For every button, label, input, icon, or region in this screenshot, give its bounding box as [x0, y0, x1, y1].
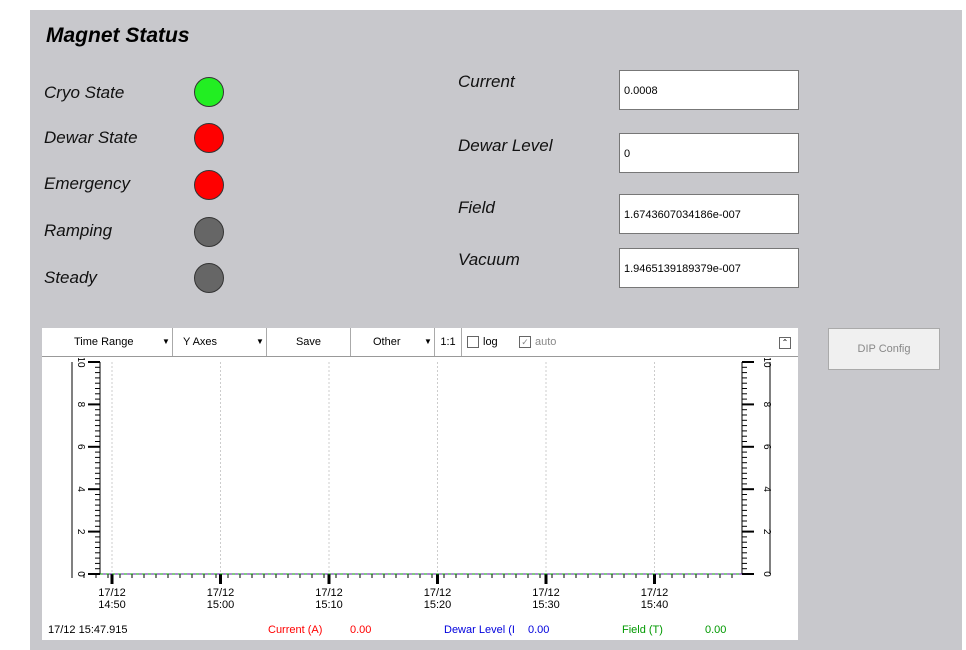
- y-tick-label-left: 8: [75, 402, 86, 408]
- dewar-state-led: [194, 123, 224, 153]
- x-tick-date: 17/12: [424, 587, 452, 599]
- y-axes-label: Y Axes: [183, 336, 218, 348]
- x-tick-time: 15:20: [424, 599, 452, 611]
- dewar-state-label: Dewar State: [44, 128, 138, 147]
- field-legend-label: Field (T): [622, 624, 663, 636]
- page-title: Magnet Status: [46, 24, 190, 47]
- ramping-led: [194, 217, 224, 247]
- y-tick-label-left: 4: [75, 486, 86, 492]
- vacuum-label: Vacuum: [458, 250, 520, 269]
- ramping-label: Ramping: [44, 221, 113, 240]
- current-field[interactable]: 0.0008: [619, 70, 799, 110]
- other-dropdown[interactable]: Other ▼: [351, 328, 435, 356]
- dewar-legend-value: 0.00: [528, 624, 550, 636]
- time-range-label: Time Range: [74, 336, 134, 348]
- log-checkbox[interactable]: log: [467, 328, 498, 356]
- auto-checkbox[interactable]: ✓ auto: [519, 328, 556, 356]
- dewar-level-field[interactable]: 0: [619, 133, 799, 173]
- y-tick-label-left: 6: [75, 444, 86, 450]
- trend-chart: Time Range ▼ Y Axes ▼ Save Other ▼ 1:1 l…: [42, 328, 798, 640]
- x-tick-time: 14:50: [98, 599, 126, 611]
- checkmark-icon: ✓: [519, 336, 531, 349]
- ratio-button[interactable]: 1:1: [435, 328, 462, 356]
- field-legend-value: 0.00: [705, 624, 727, 636]
- x-tick-time: 15:10: [315, 599, 343, 611]
- field-label: Field: [458, 198, 495, 217]
- chevron-down-icon: ▼: [162, 337, 170, 346]
- cryo-state-label: Cryo State: [44, 83, 125, 102]
- field-value-field[interactable]: 1.6743607034186e-007: [619, 194, 799, 234]
- other-label: Other: [373, 336, 401, 348]
- vacuum-field[interactable]: 1.9465139189379e-007: [619, 248, 799, 288]
- y-tick-label-left: 2: [75, 529, 86, 535]
- dewar-level-label: Dewar Level: [458, 136, 553, 155]
- x-tick-date: 17/12: [641, 587, 669, 599]
- chevron-down-icon: ▼: [424, 337, 432, 346]
- x-tick-date: 17/12: [98, 587, 126, 599]
- x-tick-time: 15:40: [641, 599, 669, 611]
- chevron-down-icon: ▼: [256, 337, 264, 346]
- x-tick-date: 17/12: [207, 587, 235, 599]
- emergency-led: [194, 170, 224, 200]
- current-label: Current: [458, 72, 515, 91]
- checkbox-icon: [467, 336, 479, 349]
- save-button[interactable]: Save: [267, 328, 351, 356]
- steady-led: [194, 263, 224, 293]
- status-timestamp: 17/12 15:47.915: [48, 624, 128, 636]
- y-tick-label-left: 10: [75, 358, 86, 368]
- x-tick-time: 15:00: [207, 599, 235, 611]
- current-legend-value: 0.00: [350, 624, 372, 636]
- auto-label: auto: [535, 336, 557, 348]
- x-tick-date: 17/12: [315, 587, 343, 599]
- plot-area[interactable]: 0 02 24 46 68 810 1017/1214:5017/1215:0017/121…: [42, 358, 798, 626]
- y-axes-dropdown[interactable]: Y Axes ▼: [173, 328, 267, 356]
- chart-status-bar: 17/12 15:47.915 Current (A) 0.00 Dewar L…: [42, 622, 798, 640]
- emergency-label: Emergency: [44, 174, 130, 193]
- cryo-state-led: [194, 77, 224, 107]
- dip-config-button[interactable]: DIP Config: [828, 328, 940, 370]
- magnet-status-panel: Magnet Status Cryo State Dewar State Eme…: [30, 10, 962, 650]
- x-tick-time: 15:30: [532, 599, 560, 611]
- x-tick-date: 17/12: [532, 587, 560, 599]
- double-chevron-up-icon[interactable]: ⌃: [778, 328, 792, 356]
- dewar-legend-label: Dewar Level (I: [444, 624, 515, 636]
- time-range-dropdown[interactable]: Time Range ▼: [42, 328, 173, 356]
- steady-label: Steady: [44, 268, 97, 287]
- chart-toolbar: Time Range ▼ Y Axes ▼ Save Other ▼ 1:1 l…: [42, 328, 798, 357]
- current-legend-label: Current (A): [268, 624, 323, 636]
- log-label: log: [483, 336, 498, 348]
